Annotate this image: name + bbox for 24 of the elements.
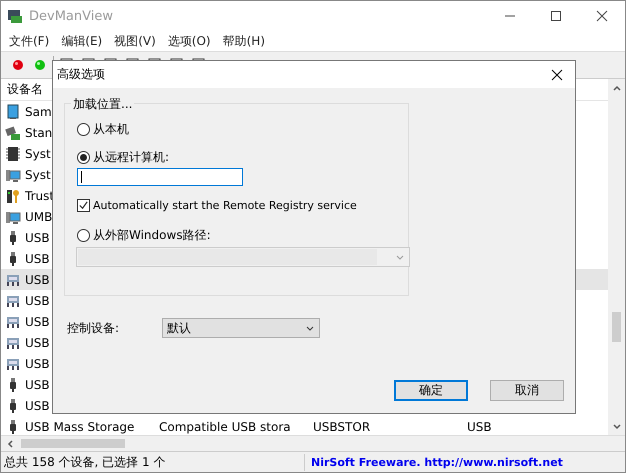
table-cell: USB xyxy=(467,420,492,434)
group-label: 加载位置... xyxy=(71,96,134,113)
table-cell: Trust xyxy=(25,188,54,202)
window-title: DevManView xyxy=(29,8,113,24)
table-cell: UMB xyxy=(25,210,52,224)
table-cell: USB xyxy=(25,314,50,328)
table-cell: USB xyxy=(25,230,50,244)
table-cell: USB xyxy=(25,272,50,286)
table-cell: Sam xyxy=(25,104,52,118)
table-cell: USB xyxy=(25,398,50,412)
table-cell: USB xyxy=(25,252,50,266)
table-cell: USBSTOR xyxy=(313,420,370,434)
table-cell: Stan xyxy=(25,126,52,140)
table-cell: USB Mass Storage xyxy=(25,420,134,434)
table-cell: Compatible USB stora xyxy=(159,420,291,434)
table-cell: Syst xyxy=(25,146,51,160)
table-cell: USB xyxy=(25,378,50,392)
table-cell: USB xyxy=(25,356,50,370)
dialog-title: 高级选项 xyxy=(57,66,105,83)
table-cell: USB xyxy=(25,294,50,308)
status-text: 总共 158 个设备, 已选择 1 个 xyxy=(1,454,305,470)
table-cell: USB xyxy=(25,336,50,350)
field-label: 控制设备: xyxy=(66,320,120,336)
table-cell: Syst xyxy=(25,168,51,182)
